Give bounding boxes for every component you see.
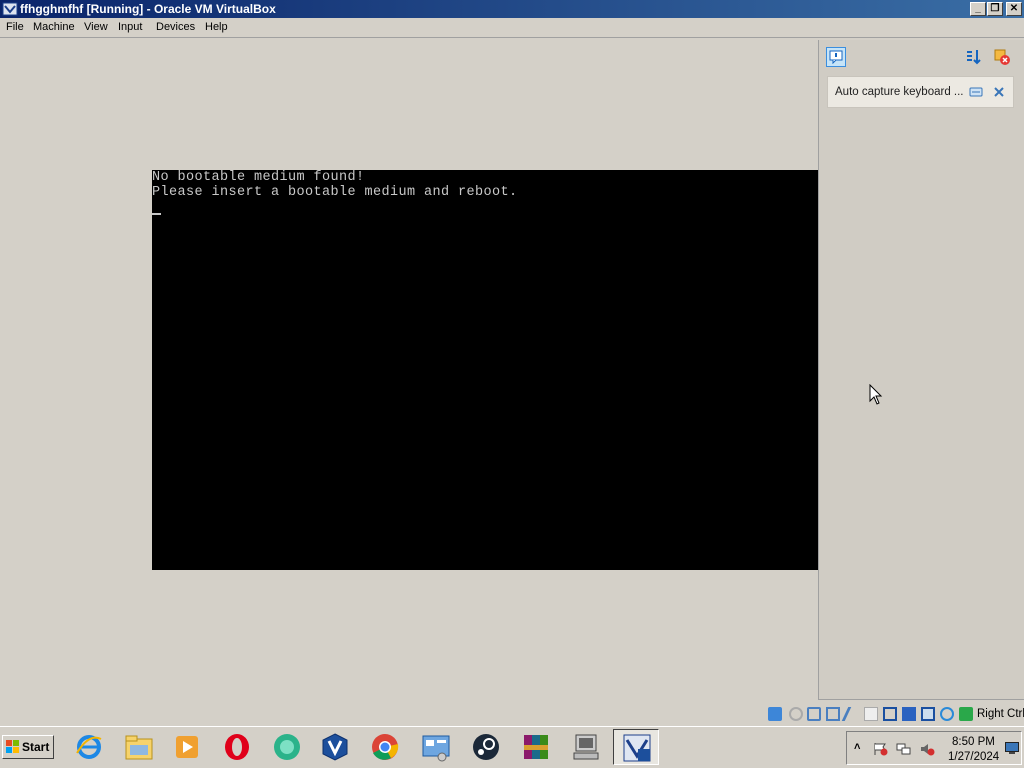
notification-center-icon[interactable] — [826, 47, 846, 67]
mouse-integration-icon[interactable] — [940, 707, 954, 721]
app-icon — [274, 734, 300, 760]
keyboard-icon[interactable] — [959, 707, 973, 721]
steam-icon — [473, 734, 499, 760]
mouse-pointer-icon — [869, 384, 883, 405]
menu-input[interactable]: Input — [118, 21, 142, 33]
start-button[interactable]: Start — [2, 735, 54, 759]
start-label: Start — [22, 740, 50, 754]
media-player-icon — [176, 736, 198, 758]
menu-machine[interactable]: Machine — [33, 21, 75, 33]
menu-devices[interactable]: Devices — [156, 21, 195, 33]
recording-icon[interactable] — [902, 707, 916, 721]
menu-file[interactable]: File — [6, 21, 24, 33]
boot-message-line-1: No bootable medium found! — [152, 170, 365, 185]
taskbar-control-panel[interactable] — [413, 729, 459, 765]
text-cursor — [152, 213, 161, 215]
windows-taskbar: Start ˄ 8:50 PM 1/27/2024 — [0, 726, 1024, 768]
winrar-icon — [524, 735, 548, 759]
display-icon[interactable] — [883, 707, 897, 721]
menu-help[interactable]: Help — [205, 21, 228, 33]
taskbar-winrar[interactable] — [513, 729, 559, 765]
internet-explorer-icon — [76, 735, 102, 759]
show-desktop-icon[interactable] — [1005, 742, 1019, 754]
window-title: ffhgghmfhf [Running] - Oracle VM Virtual… — [20, 2, 276, 16]
cpu-icon[interactable] — [921, 707, 935, 721]
dismiss-icon[interactable] — [992, 85, 1006, 99]
control-panel-icon — [422, 735, 450, 762]
computer-icon — [573, 734, 599, 760]
host-key-label: Right Ctrl — [977, 708, 1024, 720]
menu-view[interactable]: View — [84, 21, 108, 33]
show-hidden-icons-button[interactable]: ˄ — [854, 741, 860, 753]
minimize-button[interactable]: _ — [970, 2, 986, 16]
network-icon[interactable] — [826, 707, 840, 721]
taskbar-computer[interactable] — [563, 729, 609, 765]
notification-message: Auto capture keyboard ... — [835, 86, 964, 98]
chrome-icon — [372, 734, 399, 760]
opera-icon — [225, 734, 249, 760]
taskbar-app[interactable] — [264, 729, 310, 765]
action-center-icon[interactable] — [873, 742, 889, 756]
clock-time[interactable]: 8:50 PM — [952, 736, 995, 748]
virtualbox-app-icon[interactable] — [2, 1, 18, 17]
sort-icon[interactable] — [965, 48, 983, 66]
taskbar-chrome[interactable] — [362, 729, 408, 765]
optical-disk-icon[interactable] — [789, 707, 803, 721]
windows-flag-icon — [6, 740, 19, 753]
virtualbox-vm-icon — [623, 734, 651, 762]
vm-status-bar: Right Ctrl — [0, 702, 1024, 726]
taskbar-opera[interactable] — [214, 729, 260, 765]
audio-icon[interactable] — [807, 707, 821, 721]
taskbar-file-explorer[interactable] — [116, 729, 162, 765]
close-button[interactable]: ✕ — [1006, 2, 1022, 16]
hard-disk-icon[interactable] — [768, 707, 782, 721]
network-status-icon[interactable] — [896, 742, 912, 756]
taskbar-media-player[interactable] — [164, 729, 210, 765]
restore-button[interactable]: ❐ — [987, 2, 1003, 16]
guest-screen[interactable]: No bootable medium found! Please insert … — [152, 170, 872, 570]
virtualbox-icon — [322, 733, 348, 761]
taskbar-internet-explorer[interactable] — [66, 729, 112, 765]
notification-center-panel: Auto capture keyboard ... — [818, 40, 1024, 700]
taskbar-steam[interactable] — [463, 729, 509, 765]
shared-folders-icon[interactable] — [864, 707, 878, 721]
volume-icon[interactable] — [919, 742, 935, 756]
system-tray: ˄ 8:50 PM 1/27/2024 — [846, 731, 1022, 765]
window-title-bar[interactable]: ffhgghmfhf [Running] - Oracle VM Virtual… — [0, 0, 1024, 18]
taskbar-virtualbox-vm[interactable] — [613, 729, 659, 765]
close-all-icon[interactable] — [993, 48, 1011, 66]
file-explorer-icon — [125, 735, 153, 760]
notification-card: Auto capture keyboard ... — [827, 76, 1014, 108]
usb-icon[interactable] — [841, 707, 863, 721]
boot-message-line-2: Please insert a bootable medium and rebo… — [152, 185, 518, 200]
menu-bar: File Machine View Input Devices Help — [0, 18, 1024, 38]
taskbar-virtualbox[interactable] — [312, 729, 358, 765]
clock-date[interactable]: 1/27/2024 — [948, 751, 999, 763]
toggle-icon[interactable] — [969, 85, 983, 99]
